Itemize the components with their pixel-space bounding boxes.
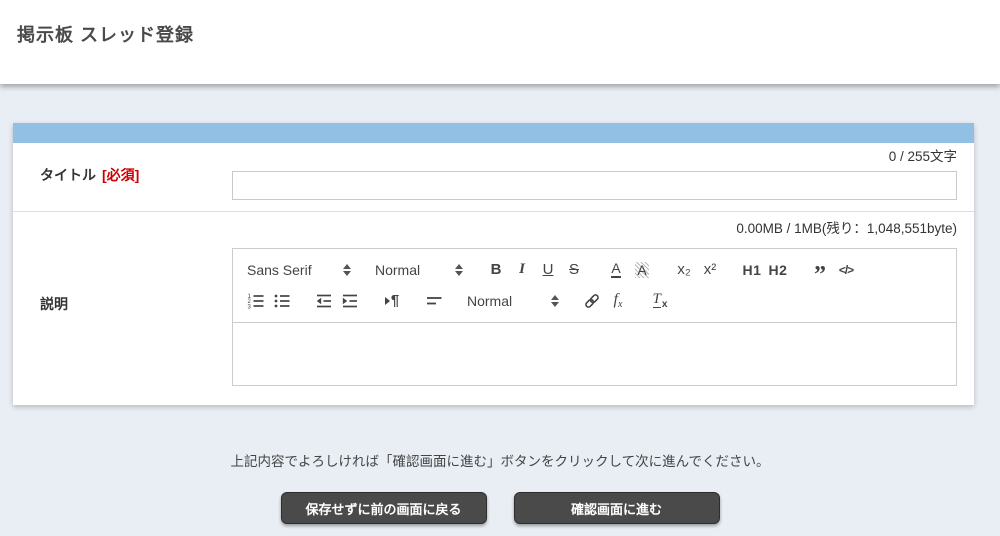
text-direction-button[interactable]: ¶ — [379, 289, 405, 313]
panel-accent-bar — [13, 123, 974, 143]
font-picker[interactable]: Sans Serif — [243, 258, 355, 282]
subscript-icon: x₂ — [677, 261, 690, 278]
editor-toolbar: Sans Serif Normal B I U S — [233, 249, 956, 323]
header2-button[interactable]: H2 — [765, 258, 791, 282]
italic-icon: I — [519, 261, 525, 278]
title-row: タイトル [必須] 0 / 255文字 — [13, 143, 974, 211]
underline-button[interactable]: U — [535, 258, 561, 282]
title-label: タイトル — [40, 165, 96, 185]
size-counter: 0.00MB / 1MB(残り：1,048,551byte) — [232, 221, 957, 237]
outdent-button[interactable] — [311, 289, 337, 313]
indent-button[interactable] — [337, 289, 363, 313]
editor-content[interactable] — [233, 323, 956, 385]
header1-button[interactable]: H1 — [739, 258, 765, 282]
superscript-icon: x² — [704, 261, 717, 278]
italic-button[interactable]: I — [509, 258, 535, 282]
code-block-button[interactable]: </> — [833, 258, 859, 282]
ordered-list-button[interactable]: 1 2 3 — [243, 289, 269, 313]
formula-button[interactable]: fx — [605, 289, 631, 313]
pilcrow-icon: ¶ — [391, 292, 399, 309]
picker-arrows-icon — [455, 264, 463, 276]
outdent-icon — [315, 292, 333, 310]
bullet-list-icon — [273, 292, 291, 310]
superscript-button[interactable]: x² — [697, 258, 723, 282]
blockquote-icon: ” — [814, 260, 826, 280]
code-block-icon: </> — [839, 263, 853, 277]
strikethrough-button[interactable]: S — [561, 258, 587, 282]
rich-text-editor: Sans Serif Normal B I U S — [232, 248, 957, 386]
title-field-area: 0 / 255文字 — [232, 149, 957, 200]
header-picker-label: Normal — [375, 262, 420, 278]
instruction-text: 上記内容でよろしければ「確認画面に進む」ボタンをクリックして次に進んでください。 — [0, 450, 1000, 470]
main-content: タイトル [必須] 0 / 255文字 説明 0.00MB / 1MB(残り：1… — [0, 123, 1000, 524]
lineheight-picker[interactable]: Normal — [463, 289, 563, 313]
description-field-area: 0.00MB / 1MB(残り：1,048,551byte) Sans Seri… — [232, 221, 957, 386]
header2-icon: H2 — [769, 262, 788, 278]
toolbar-row-2: 1 2 3 — [243, 285, 946, 316]
align-icon — [425, 292, 443, 310]
align-button[interactable] — [421, 289, 447, 313]
picker-arrows-icon — [551, 295, 559, 307]
formula-icon: fx — [614, 291, 623, 310]
title-row-label: タイトル [必須] — [13, 149, 232, 200]
required-badge: [必須] — [102, 165, 139, 185]
clean-format-button[interactable]: Tx — [647, 289, 673, 313]
picker-arrows-icon — [343, 264, 351, 276]
description-row: 説明 0.00MB / 1MB(残り：1,048,551byte) Sans S… — [13, 211, 974, 405]
bold-button[interactable]: B — [483, 258, 509, 282]
svg-text:3: 3 — [248, 304, 252, 310]
text-color-icon: A — [611, 261, 620, 278]
ordered-list-icon: 1 2 3 — [247, 292, 265, 310]
action-button-row: 保存せずに前の画面に戻る 確認画面に進む — [0, 492, 1000, 524]
background-color-icon: A — [635, 262, 648, 278]
clean-format-icon: Tx — [653, 291, 668, 310]
underline-icon: U — [543, 261, 554, 278]
description-row-label: 説明 — [13, 221, 232, 386]
subscript-button[interactable]: x₂ — [671, 258, 697, 282]
direction-icon — [385, 297, 390, 305]
blockquote-button[interactable]: ” — [807, 258, 833, 282]
description-label: 説明 — [40, 294, 68, 314]
background-color-button[interactable]: A — [629, 258, 655, 282]
lineheight-picker-label: Normal — [467, 293, 512, 309]
header-picker[interactable]: Normal — [371, 258, 467, 282]
header1-icon: H1 — [743, 262, 762, 278]
indent-icon — [341, 292, 359, 310]
form-panel: タイトル [必須] 0 / 255文字 説明 0.00MB / 1MB(残り：1… — [13, 123, 974, 405]
strikethrough-icon: S — [569, 261, 579, 278]
title-input[interactable] — [232, 171, 957, 200]
bullet-list-button[interactable] — [269, 289, 295, 313]
link-button[interactable] — [579, 289, 605, 313]
link-icon — [583, 292, 601, 310]
back-button[interactable]: 保存せずに前の画面に戻る — [281, 492, 487, 524]
font-picker-label: Sans Serif — [247, 262, 312, 278]
bold-icon: B — [491, 261, 502, 278]
title-char-counter: 0 / 255文字 — [232, 149, 957, 165]
page-title: 掲示板 スレッド登録 — [17, 21, 1000, 47]
toolbar-row-1: Sans Serif Normal B I U S — [243, 254, 946, 285]
confirm-button[interactable]: 確認画面に進む — [514, 492, 720, 524]
text-color-button[interactable]: A — [603, 258, 629, 282]
page-header: 掲示板 スレッド登録 — [0, 0, 1000, 84]
